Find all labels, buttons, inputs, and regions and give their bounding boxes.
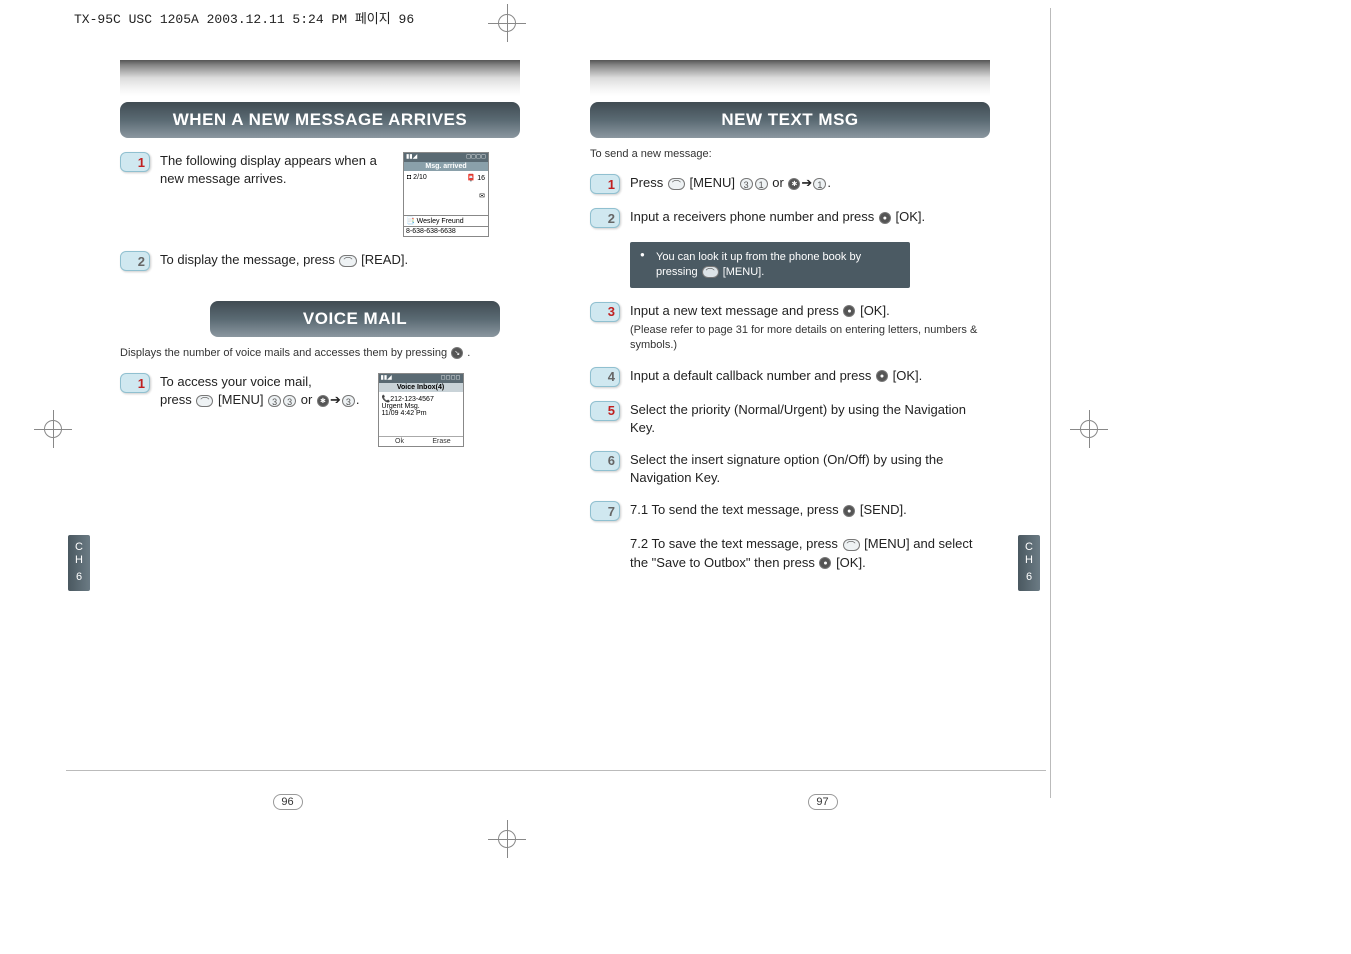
ok-key-icon: ● [819,557,831,569]
registration-mark-bottom [488,820,526,858]
heading-new-text-msg: NEW TEXT MSG [590,102,990,138]
phone-footer-name: 📑 Wesley Freund [404,215,488,226]
page-top-gradient [120,60,520,96]
nav-key-icon: ✱ [788,178,800,190]
page-number-right: 97 [808,794,838,810]
softkey-icon: ⌒ [702,266,719,278]
step-2-right: 2 Input a receivers phone number and pre… [590,208,990,228]
step-number-2: 2 [120,251,150,271]
page-number-left: 96 [273,794,303,810]
key-3-icon: 3 [740,178,753,190]
phone-softkeys: Ok Erase [379,436,463,446]
document-info-line: TX-95C USC 1205A 2003.12.11 5:24 PM 페이지 … [74,8,414,27]
voicemail-step-1: 1 To access your voice mail, press ⌒ [ME… [120,373,520,447]
phone-screenshot-voice-inbox: ▮▮◢◻◻◻◻ Voice Inbox(4) 📞212-123-4567 Urg… [378,373,464,447]
key-3-icon: 3 [283,395,296,407]
step-7-2-right: 7.2 To save the text message, press ⌒ [M… [630,535,990,571]
envelope-icon: ✉ [407,192,485,200]
vm-number: 📞212-123-4567 [382,395,460,403]
heading-voice-mail: VOICE MAIL [210,301,500,337]
note-phonebook-lookup: You can look it up from the phone book b… [630,242,910,288]
step-text: 7.2 To save the text message, press ⌒ [M… [630,535,990,571]
step-number-3: 3 [590,302,620,322]
registration-mark-left [34,410,72,448]
step-text: To access your voice mail, press ⌒ [MENU… [160,373,360,409]
ok-key-icon: ● [879,212,891,224]
key-3-icon: 3 [268,395,281,407]
step-number-6: 6 [590,451,620,471]
softkey-icon: ⌒ [196,395,213,407]
step-2-left: 2 To display the message, press ⌒ [READ]… [120,251,520,271]
voice-mail-intro: Displays the number of voice mails and a… [120,347,520,359]
step-7-right: 7 7.1 To send the text message, press ● … [590,501,990,521]
msg-count: ◘ 2/10 [407,174,427,182]
step-number-2: 2 [590,208,620,228]
ok-key-icon: ● [876,370,888,382]
page-spread: WHEN A NEW MESSAGE ARRIVES 1 The followi… [70,30,1040,790]
phone-title: Msg. arrived [404,162,488,171]
step-text: 7.1 To send the text message, press ● [S… [630,501,990,519]
vm-urgency: Urgent Msg. [382,403,460,410]
softkey-ok: Ok [379,437,421,446]
step-1-right: 1 Press ⌒ [MENU] 31 or ✱➔1. [590,174,990,194]
softkey-icon: ⌒ [339,255,356,267]
softkey-erase: Erase [421,437,463,446]
step-text: Select the priority (Normal/Urgent) by u… [630,401,990,437]
step-number-1: 1 [120,373,150,393]
page-left: WHEN A NEW MESSAGE ARRIVES 1 The followi… [70,30,555,790]
trim-edge-right [1050,8,1051,798]
new-text-intro: To send a new message: [590,148,990,160]
step-text: Input a new text message and press ● [OK… [630,302,990,353]
key-1-icon: 1 [755,178,768,190]
softkey-icon: ⌒ [843,539,860,551]
step-text: Select the insert signature option (On/O… [630,451,990,487]
registration-mark-right [1070,410,1108,448]
phone-status-bar: ▮▮◢◻◻◻◻ [379,374,463,383]
step-4-right: 4 Input a default callback number and pr… [590,367,990,387]
mailbox-count: 📮 16 [467,174,485,182]
softkey-icon: ⌒ [668,178,685,190]
phone-screenshot-msg-arrived: ▮▮◢◻◻◻◻ Msg. arrived ◘ 2/10 📮 16 ✉ 📑 Wesl… [403,152,489,237]
phone-title: Voice Inbox(4) [379,383,463,392]
step-1-left: 1 The following display appears when a n… [120,152,520,237]
step-text: Input a default callback number and pres… [630,367,990,385]
step-number-1: 1 [590,174,620,194]
step-subtext: (Please refer to page 31 for more detail… [630,323,990,353]
ok-key-icon: ● [843,505,855,517]
step-6-right: 6 Select the insert signature option (On… [590,451,990,487]
key-3-icon: 3 [342,395,355,407]
step-5-right: 5 Select the priority (Normal/Urgent) by… [590,401,990,437]
step-text: To display the message, press ⌒ [READ]. [160,251,520,269]
phone-body: 📞212-123-4567 Urgent Msg. 11/09 4:42 Pm [379,392,463,436]
heading-new-message-arrives: WHEN A NEW MESSAGE ARRIVES [120,102,520,138]
step-3-right: 3 Input a new text message and press ● [… [590,302,990,353]
step-text: The following display appears when a new… [160,152,385,188]
step-number-7: 7 [590,501,620,521]
vm-timestamp: 11/09 4:42 Pm [382,410,460,417]
step-number-5: 5 [590,401,620,421]
phone-footer-number: 8-638-638-6638 [404,226,488,236]
nav-key-icon: ✱ [317,395,329,407]
key-1-icon: 1 [813,178,826,190]
step-number-4: 4 [590,367,620,387]
step-number-1: 1 [120,152,150,172]
step-text: Input a receivers phone number and press… [630,208,990,226]
page-top-gradient [590,60,990,96]
send-key-icon: ↘ [451,347,463,359]
phone-status-bar: ▮▮◢◻◻◻◻ [404,153,488,162]
ok-key-icon: ● [843,305,855,317]
step-text: Press ⌒ [MENU] 31 or ✱➔1. [630,174,990,192]
phone-body: ◘ 2/10 📮 16 ✉ [404,171,488,215]
page-right: NEW TEXT MSG To send a new message: 1 Pr… [555,30,1040,790]
